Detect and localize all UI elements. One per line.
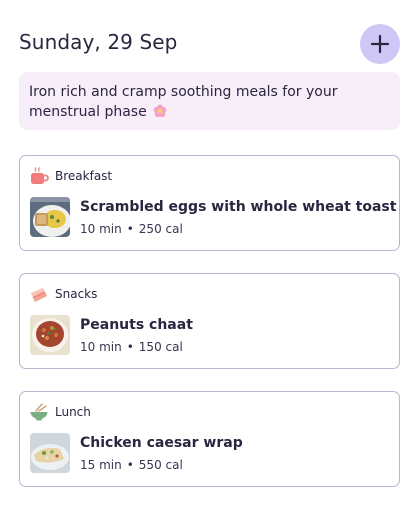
dish-image [30,315,70,355]
dish-meta: 15 min • 550 cal [80,458,183,472]
dish-meta: 10 min • 150 cal [80,340,183,354]
cake-slice-icon [31,288,47,302]
prep-time: 15 min [80,458,122,472]
meal-type-label: Snacks [55,287,98,301]
dish-image [30,433,70,473]
dish-name: Scrambled eggs with whole wheat toast [80,199,397,215]
add-meal-button[interactable] [360,24,400,64]
prep-time: 10 min [80,222,122,236]
dish-name: Peanuts chaat [80,317,193,333]
meal-type-lunch: Lunch [29,402,91,422]
dish-image [30,197,70,237]
meal-card-snacks[interactable]: Snacks Peanuts chaat 10 min • 150 cal [19,273,400,369]
flower-icon [153,104,167,118]
calories: 250 cal [138,222,183,236]
dish-name: Chicken caesar wrap [80,435,243,451]
banner-text: Iron rich and cramp soothing meals for y… [29,84,338,120]
calories: 150 cal [138,340,183,354]
mug-icon [31,167,49,184]
header: Sunday, 29 Sep [19,24,400,68]
phase-banner: Iron rich and cramp soothing meals for y… [19,72,400,130]
meal-type-snacks: Snacks [29,284,97,304]
calories: 550 cal [138,458,183,472]
meal-card-breakfast[interactable]: Breakfast Scrambled eggs with whole whea… [19,155,400,251]
meal-card-lunch[interactable]: Lunch Chicken caesar wrap 15 min • 550 cal [19,391,400,487]
meal-type-label: Breakfast [55,169,113,183]
plus-icon [370,34,390,54]
meal-type-label: Lunch [55,405,91,419]
page-title: Sunday, 29 Sep [19,30,178,54]
dish-meta: 10 min • 250 cal [80,222,183,236]
bowl-icon [30,403,48,421]
meal-type-breakfast: Breakfast [29,166,112,186]
prep-time: 10 min [80,340,122,354]
